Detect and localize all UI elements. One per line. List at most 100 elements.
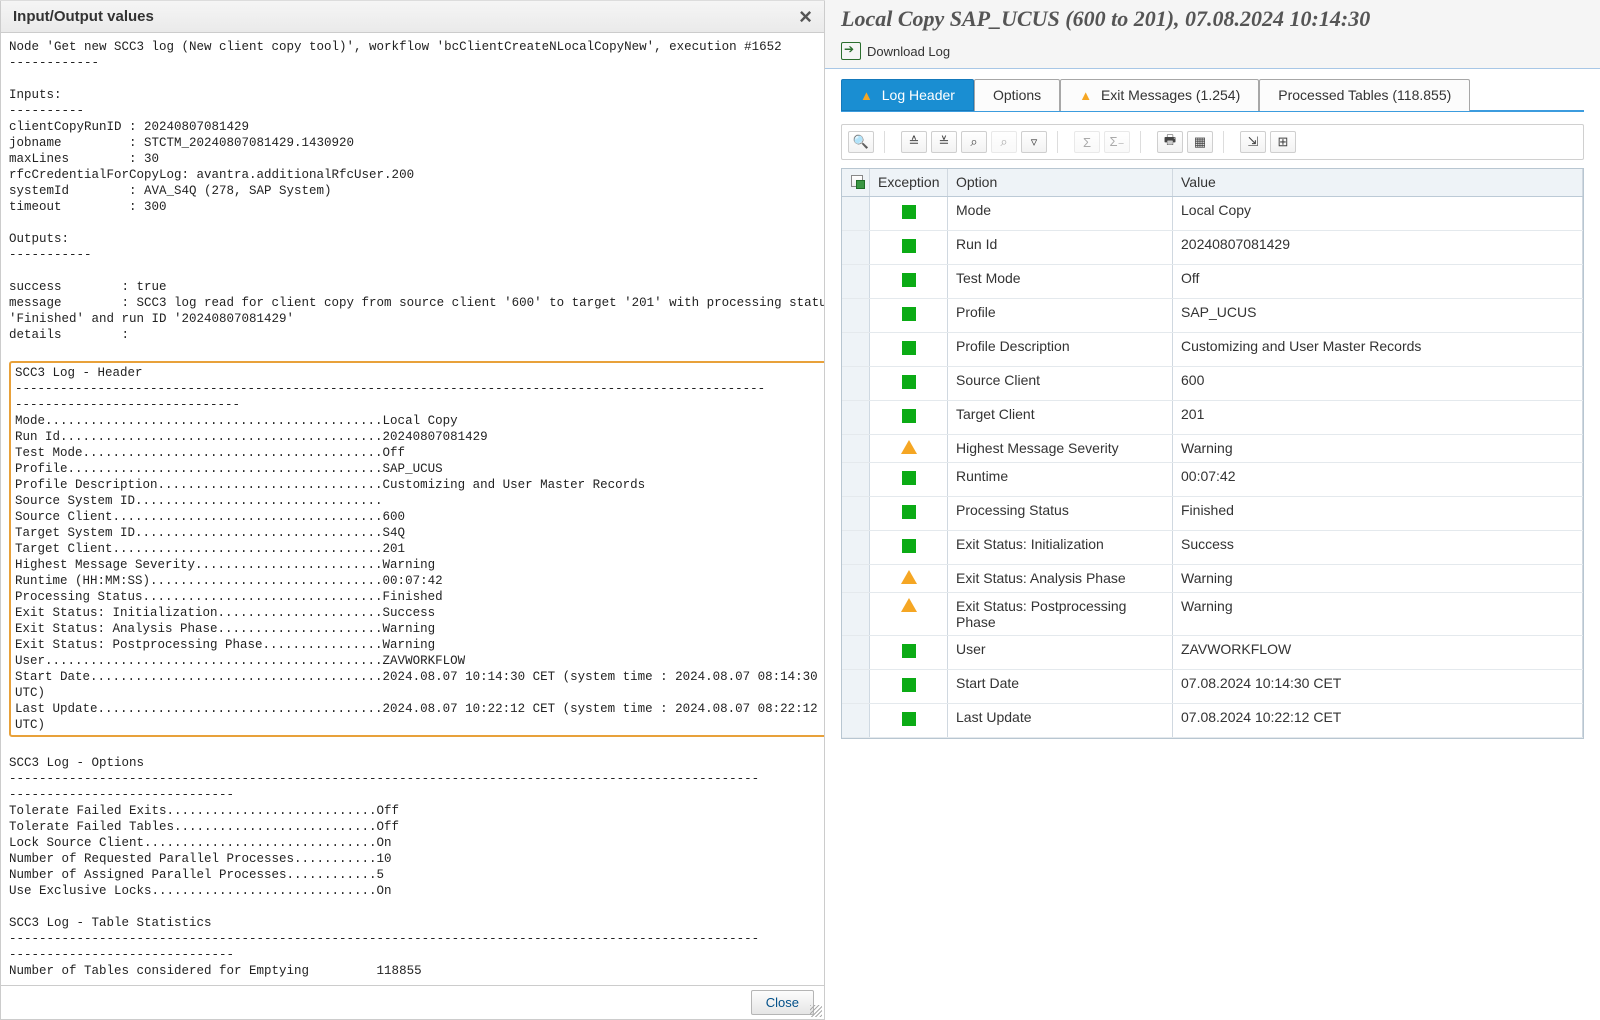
find-next-icon: ⌕ [991,131,1017,153]
tab-options[interactable]: Options [974,79,1060,111]
row-selector[interactable] [842,565,870,592]
col-header-option[interactable]: Option [948,169,1173,196]
row-selector[interactable] [842,435,870,462]
modal-body[interactable]: Node 'Get new SCC3 log (New client copy … [1,33,824,985]
cell-option: Mode [948,197,1173,230]
download-log-button[interactable]: Download Log [867,44,950,59]
row-selector[interactable] [842,704,870,737]
table-row[interactable]: ModeLocal Copy [842,197,1583,231]
table-row[interactable]: Processing StatusFinished [842,497,1583,531]
view-icon[interactable]: ▦ [1187,131,1213,153]
col-header-value[interactable]: Value [1173,169,1583,196]
table-row[interactable]: Exit Status: InitializationSuccess [842,531,1583,565]
status-icon [870,197,948,230]
print-icon[interactable]: 🖶 [1157,131,1183,153]
status-icon [870,565,948,592]
status-icon [870,401,948,434]
warning-icon: ▲ [860,88,873,103]
table-row[interactable]: Target Client201 [842,401,1583,435]
row-selector[interactable] [842,367,870,400]
cell-option: Profile [948,299,1173,332]
table-row[interactable]: Exit Status: Postprocessing PhaseWarning [842,593,1583,636]
cell-option: Start Date [948,670,1173,703]
row-selector[interactable] [842,670,870,703]
cell-value: Finished [1173,497,1583,530]
status-icon [870,531,948,564]
cell-value: 07.08.2024 10:22:12 CET [1173,704,1583,737]
menubar-item[interactable]: Configuration [243,0,302,1]
table-row[interactable]: Run Id20240807081429 [842,231,1583,265]
menubar-item[interactable]: Administration [366,0,429,1]
total-icon: Σ [1074,131,1100,153]
table-row[interactable]: Start Date07.08.2024 10:14:30 CET [842,670,1583,704]
sort-asc-icon[interactable]: ≙ [901,131,927,153]
download-log-icon[interactable] [841,42,861,60]
cell-value: Success [1173,531,1583,564]
col-header-exception[interactable]: Exception [870,169,948,196]
menubar-item[interactable]: Monitoring [8,0,55,1]
row-selector[interactable] [842,531,870,564]
cell-value: Local Copy [1173,197,1583,230]
cell-option: Test Mode [948,265,1173,298]
table-row[interactable]: Exit Status: Analysis PhaseWarning [842,565,1583,593]
layout-icon[interactable]: ⊞ [1270,131,1296,153]
table-row[interactable]: Test ModeOff [842,265,1583,299]
status-icon [870,670,948,703]
close-button[interactable]: Close [751,990,814,1015]
row-selector[interactable] [842,231,870,264]
row-selector[interactable] [842,463,870,496]
modal-header: Input/Output values × [1,1,824,33]
tab-processed-tables[interactable]: Processed Tables (118.855) [1259,79,1470,111]
row-selector[interactable] [842,636,870,669]
status-icon [870,265,948,298]
resize-handle-icon[interactable] [810,1005,822,1017]
status-icon [870,463,948,496]
export-icon[interactable]: ⇲ [1240,131,1266,153]
menubar-item[interactable]: Reporting [186,0,229,1]
row-selector[interactable] [842,197,870,230]
table-row[interactable]: Profile DescriptionCustomizing and User … [842,333,1583,367]
table-row[interactable]: Runtime00:07:42 [842,463,1583,497]
cell-value: Warning [1173,435,1583,462]
cell-option: Exit Status: Postprocessing Phase [948,593,1173,635]
row-select-all-icon[interactable] [842,169,870,196]
top-menubar: Monitoring Systems Automation Reporting Conf… [0,0,825,1]
row-selector[interactable] [842,593,870,635]
table-row[interactable]: UserZAVWORKFLOW [842,636,1583,670]
table-row[interactable]: Source Client600 [842,367,1583,401]
status-icon [870,593,948,635]
cell-option: Exit Status: Initialization [948,531,1173,564]
row-selector[interactable] [842,299,870,332]
tab-exit-messages[interactable]: ▲ Exit Messages (1.254) [1060,79,1259,111]
cell-option: Profile Description [948,333,1173,366]
status-icon [870,636,948,669]
menubar-item[interactable]: Automation [121,0,172,1]
row-selector[interactable] [842,333,870,366]
table-row[interactable]: Last Update07.08.2024 10:22:12 CET [842,704,1583,738]
cell-value: Warning [1173,593,1583,635]
cell-value: ZAVWORKFLOW [1173,636,1583,669]
cell-value: 600 [1173,367,1583,400]
close-icon[interactable]: × [799,6,812,28]
table-row[interactable]: Highest Message SeverityWarning [842,435,1583,463]
filter-icon[interactable]: ▿ [1021,131,1047,153]
cell-option: Processing Status [948,497,1173,530]
find-icon[interactable]: ⌕ [961,131,987,153]
sort-desc-icon[interactable]: ≚ [931,131,957,153]
tab-log-header[interactable]: ▲ Log Header [841,79,974,111]
row-selector[interactable] [842,401,870,434]
cell-value: 201 [1173,401,1583,434]
row-selector[interactable] [842,497,870,530]
status-icon [870,333,948,366]
menubar-item[interactable]: Support [316,0,351,1]
status-icon [870,497,948,530]
details-icon[interactable]: 🔍 [848,131,874,153]
log-tabs: ▲ Log Header Options ▲ Exit Messages (1.… [841,79,1584,112]
cell-option: Target Client [948,401,1173,434]
menubar-item[interactable]: Systems [69,0,107,1]
row-selector[interactable] [842,265,870,298]
table-row[interactable]: ProfileSAP_UCUS [842,299,1583,333]
subtotal-icon: Σ₋ [1104,131,1130,153]
cell-value: Customizing and User Master Records [1173,333,1583,366]
cell-option: User [948,636,1173,669]
